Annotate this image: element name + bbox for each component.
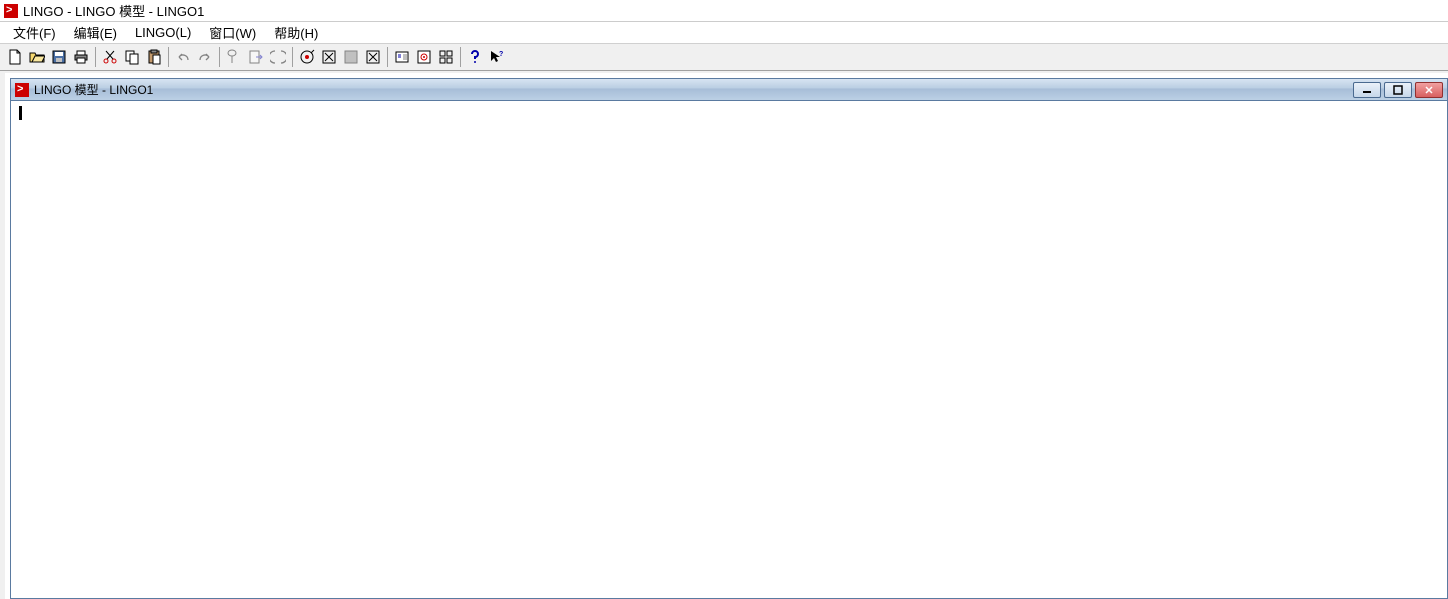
redo-icon — [197, 49, 213, 65]
toolbar: ? — [0, 44, 1448, 71]
stop-solution-button[interactable] — [318, 46, 340, 68]
undo-icon — [175, 49, 191, 65]
matrix-icon — [343, 49, 359, 65]
scissors-icon — [102, 49, 118, 65]
main-titlebar: LINGO - LINGO 模型 - LINGO1 — [0, 0, 1448, 22]
cut-button[interactable] — [99, 46, 121, 68]
toolbar-separator — [460, 47, 461, 67]
open-folder-icon — [29, 49, 45, 65]
menu-lingo[interactable]: LINGO(L) — [126, 23, 200, 42]
match-paren-button — [267, 46, 289, 68]
child-title: LINGO 模型 - LINGO1 — [34, 81, 1350, 98]
copy-icon — [124, 49, 140, 65]
child-titlebar[interactable]: LINGO 模型 - LINGO1 — [11, 79, 1447, 101]
find-button — [223, 46, 245, 68]
cursor-question-icon: ? — [489, 49, 505, 65]
menu-bar: 文件(F) 编辑(E) LINGO(L) 窗口(W) 帮助(H) — [0, 22, 1448, 44]
menu-file[interactable]: 文件(F) — [4, 21, 65, 44]
report-icon — [365, 49, 381, 65]
tile-icon — [438, 49, 454, 65]
editor-area[interactable] — [13, 102, 1445, 596]
toolbar-separator — [95, 47, 96, 67]
menu-help[interactable]: 帮助(H) — [265, 21, 327, 44]
solution-report-button[interactable] — [362, 46, 384, 68]
child-minimize-button[interactable] — [1353, 82, 1381, 98]
child-close-button[interactable] — [1415, 82, 1443, 98]
minimize-icon — [1362, 85, 1372, 95]
save-disk-icon — [51, 49, 67, 65]
goto-icon — [248, 49, 264, 65]
solve-target-icon — [299, 49, 315, 65]
question-icon — [467, 49, 483, 65]
clipboard-icon — [146, 49, 162, 65]
toolbar-separator — [219, 47, 220, 67]
context-help-button[interactable]: ? — [486, 46, 508, 68]
target-button[interactable] — [413, 46, 435, 68]
goto-button — [245, 46, 267, 68]
options-icon — [394, 49, 410, 65]
solve-button[interactable] — [296, 46, 318, 68]
close-icon — [1424, 85, 1434, 95]
options-button[interactable] — [391, 46, 413, 68]
child-window: LINGO 模型 - LINGO1 — [10, 78, 1448, 599]
toolbar-separator — [168, 47, 169, 67]
help-button[interactable] — [464, 46, 486, 68]
save-button[interactable] — [48, 46, 70, 68]
svg-text:?: ? — [499, 51, 503, 58]
matrix-picture-button — [340, 46, 362, 68]
child-app-icon — [15, 83, 29, 97]
paste-button[interactable] — [143, 46, 165, 68]
maximize-icon — [1393, 85, 1403, 95]
menu-edit[interactable]: 编辑(E) — [65, 21, 126, 44]
toolbar-separator — [387, 47, 388, 67]
app-icon — [4, 4, 18, 18]
printer-icon — [73, 49, 89, 65]
redo-button — [194, 46, 216, 68]
toolbar-separator — [292, 47, 293, 67]
open-button[interactable] — [26, 46, 48, 68]
windows-tile-button[interactable] — [435, 46, 457, 68]
app-title: LINGO - LINGO 模型 - LINGO1 — [23, 1, 204, 20]
print-button[interactable] — [70, 46, 92, 68]
parentheses-icon — [270, 49, 286, 65]
bound-target-icon — [416, 49, 432, 65]
find-icon — [226, 49, 242, 65]
mdi-area: LINGO 模型 - LINGO1 — [5, 73, 1448, 599]
child-maximize-button[interactable] — [1384, 82, 1412, 98]
text-cursor — [19, 106, 22, 120]
copy-button[interactable] — [121, 46, 143, 68]
new-button[interactable] — [4, 46, 26, 68]
new-file-icon — [7, 49, 23, 65]
menu-window[interactable]: 窗口(W) — [200, 21, 265, 44]
undo-button — [172, 46, 194, 68]
x-box-icon — [321, 49, 337, 65]
